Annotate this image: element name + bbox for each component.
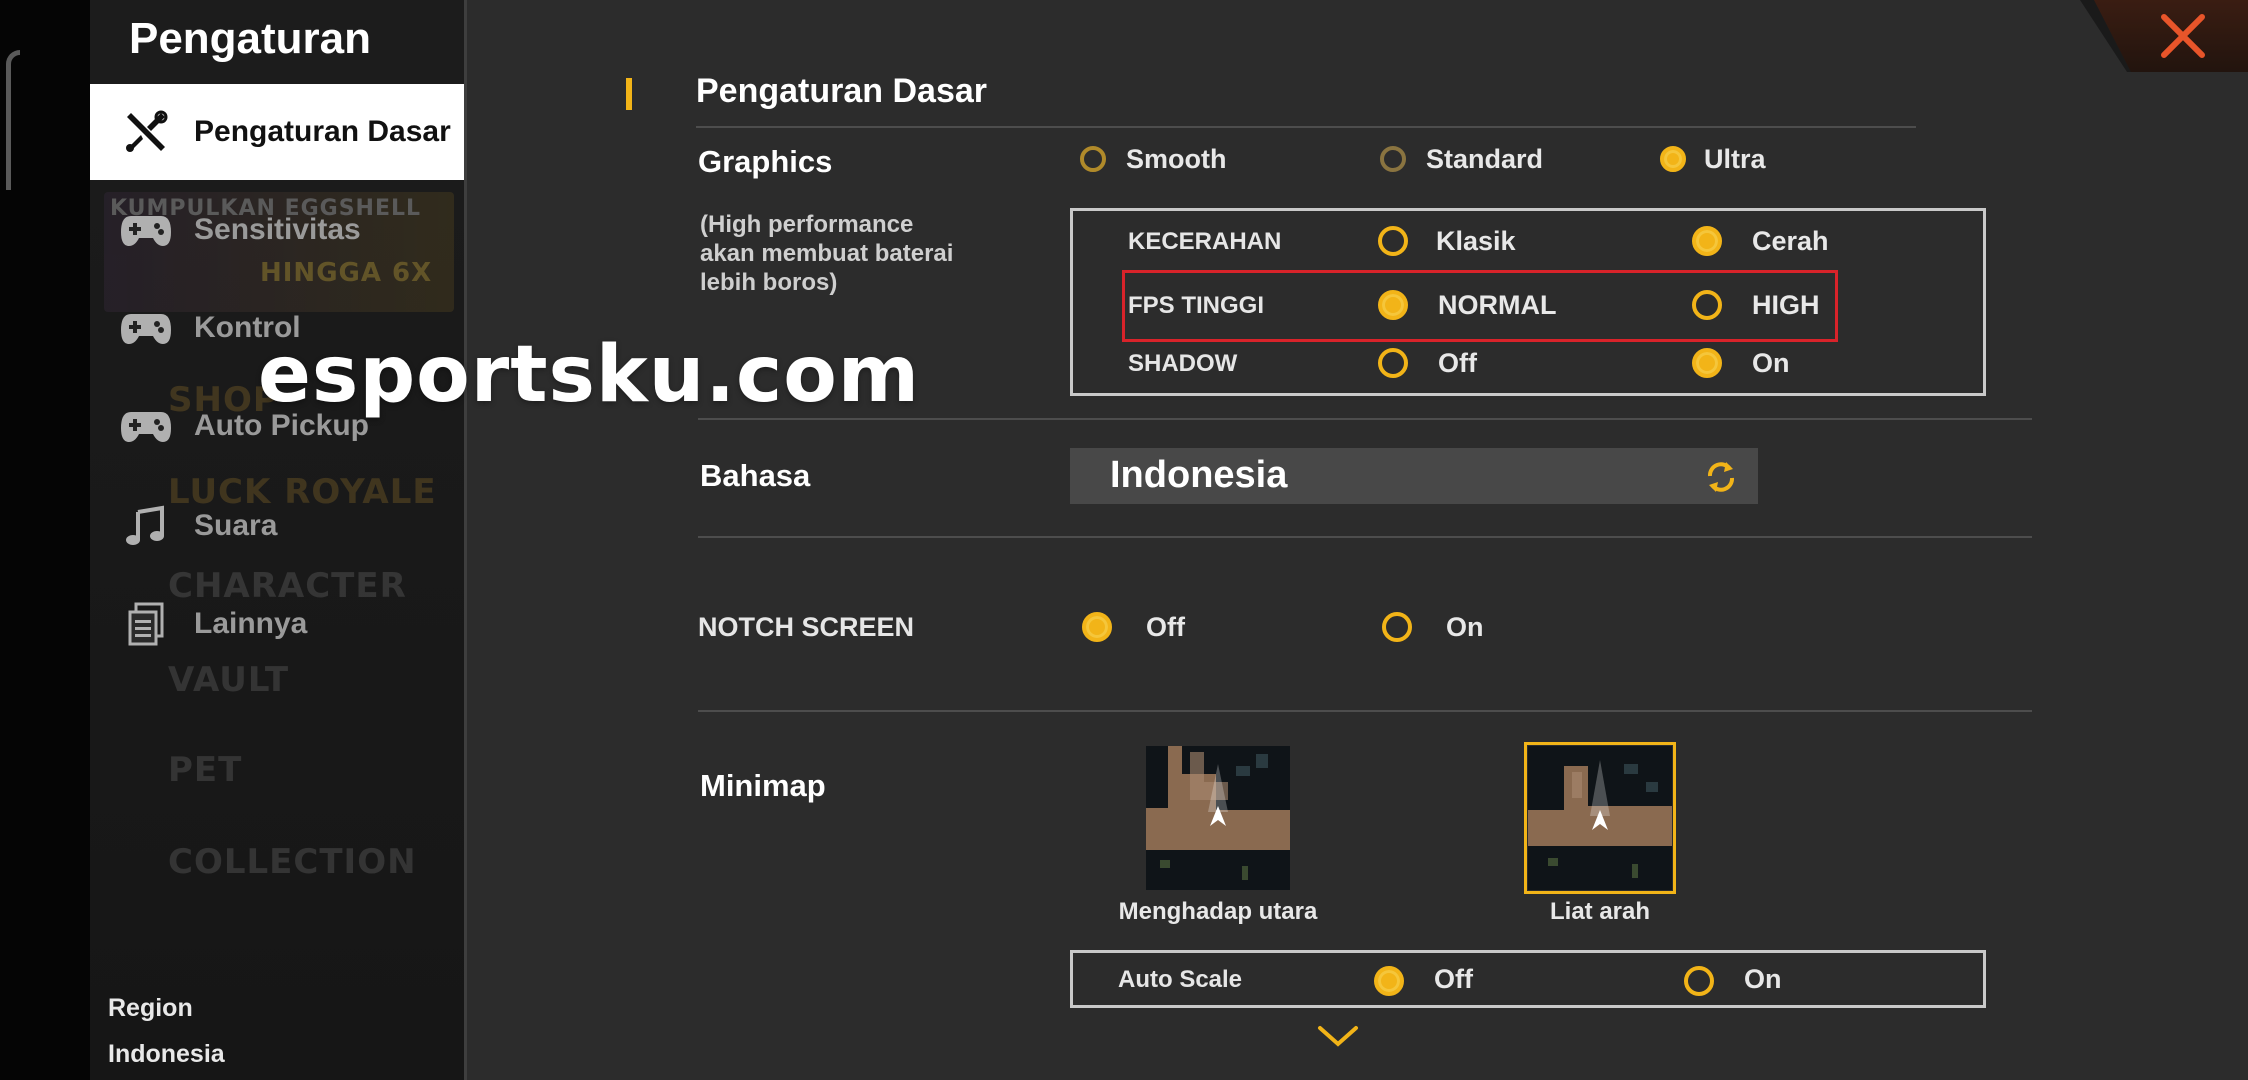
auto-scale-option-label: Off	[1434, 964, 1473, 994]
settings-screen: KUMPULKAN EGGSHELL HINGGA 6X SHOP LUCK R…	[0, 0, 2248, 1080]
region-value: Indonesia	[108, 1040, 225, 1068]
lobby-menu-pet: PET	[168, 750, 243, 790]
sidebar: KUMPULKAN EGGSHELL HINGGA 6X SHOP LUCK R…	[90, 0, 467, 1080]
shadow-on-radio[interactable]	[1692, 348, 1722, 378]
document-icon	[118, 596, 174, 652]
sidebar-item-label: Suara	[194, 509, 278, 542]
divider	[696, 126, 1916, 128]
notch-option-label: Off	[1146, 612, 1185, 642]
kecerahan-klasik-radio[interactable]	[1378, 226, 1408, 256]
fps-tinggi-label: FPS TINGGI	[1128, 292, 1265, 319]
notch-screen-label: NOTCH SCREEN	[698, 612, 915, 642]
sidebar-item-sensitivitas[interactable]: Sensitivitas	[90, 182, 464, 278]
fps-option-label: NORMAL	[1438, 290, 1557, 320]
notch-off-radio[interactable]	[1082, 612, 1112, 642]
minimap-preview	[1528, 746, 1672, 890]
close-icon	[2161, 14, 2205, 58]
gamepad-icon	[118, 398, 174, 454]
auto-scale-on-radio[interactable]	[1684, 966, 1714, 996]
sidebar-item-pengaturan-dasar[interactable]: Pengaturan Dasar	[90, 84, 464, 180]
chevron-down-icon[interactable]	[1316, 1022, 1360, 1050]
settings-panel: Pengaturan Dasar Graphics (High performa…	[470, 0, 2070, 1080]
minimap-preview	[1146, 746, 1290, 890]
region-label: Region	[108, 994, 193, 1022]
fps-high-radio[interactable]	[1692, 290, 1722, 320]
section-title: Pengaturan Dasar	[696, 72, 987, 110]
language-selector[interactable]: Indonesia	[1070, 448, 1758, 504]
graphics-option-label: Ultra	[1704, 144, 1766, 174]
close-button[interactable]	[2094, 0, 2248, 72]
graphics-label: Graphics	[698, 144, 833, 179]
left-edge-strip	[0, 0, 90, 1080]
language-value: Indonesia	[1110, 454, 1288, 496]
divider	[698, 710, 2032, 712]
shadow-label: SHADOW	[1128, 350, 1238, 377]
shadow-off-radio[interactable]	[1378, 348, 1408, 378]
sidebar-item-label: Lainnya	[194, 607, 308, 640]
sidebar-item-lainnya[interactable]: Lainnya	[90, 576, 464, 672]
minimap-north-option[interactable]	[1146, 746, 1290, 890]
shadow-option-label: Off	[1438, 348, 1477, 378]
sidebar-item-suara[interactable]: Suara	[90, 478, 464, 574]
notch-option-label: On	[1446, 612, 1484, 642]
lobby-menu-collection: COLLECTION	[168, 842, 417, 882]
section-accent-bar	[626, 78, 632, 110]
minimap-direction-option[interactable]	[1524, 742, 1676, 894]
kecerahan-option-label: Klasik	[1436, 226, 1516, 256]
auto-scale-off-radio[interactable]	[1374, 966, 1404, 996]
gamepad-icon	[118, 300, 174, 356]
fps-normal-radio[interactable]	[1378, 290, 1408, 320]
kecerahan-cerah-radio[interactable]	[1692, 226, 1722, 256]
graphics-note: (High performance akan membuat baterai l…	[700, 211, 954, 296]
minimap-label: Minimap	[700, 768, 826, 803]
graphics-standard-radio[interactable]	[1380, 146, 1406, 172]
graphics-ultra-radio[interactable]	[1660, 146, 1686, 172]
notch-on-radio[interactable]	[1382, 612, 1412, 642]
back-handle[interactable]	[6, 50, 20, 190]
watermark-text: esportsku.com	[258, 330, 921, 420]
sidebar-title: Pengaturan	[128, 14, 372, 63]
shadow-option-label: On	[1752, 348, 1790, 378]
sidebar-item-label: Pengaturan Dasar	[194, 115, 451, 148]
graphics-smooth-radio[interactable]	[1080, 146, 1106, 172]
fps-option-label: HIGH	[1752, 290, 1820, 320]
sidebar-item-label: Sensitivitas	[194, 213, 361, 246]
kecerahan-option-label: Cerah	[1752, 226, 1829, 256]
bahasa-label: Bahasa	[700, 458, 811, 493]
graphics-option-label: Standard	[1426, 144, 1544, 174]
refresh-icon[interactable]	[1702, 458, 1740, 496]
tools-icon	[118, 104, 174, 160]
music-note-icon	[118, 498, 174, 554]
auto-scale-label: Auto Scale	[1118, 966, 1243, 993]
auto-scale-option-label: On	[1744, 964, 1782, 994]
minimap-caption: Liat arah	[1549, 898, 1651, 925]
graphics-option-label: Smooth	[1126, 144, 1227, 174]
kecerahan-label: KECERAHAN	[1128, 228, 1282, 255]
divider	[698, 536, 2032, 538]
gamepad-icon	[118, 202, 174, 258]
minimap-caption: Menghadap utara	[1118, 898, 1318, 925]
